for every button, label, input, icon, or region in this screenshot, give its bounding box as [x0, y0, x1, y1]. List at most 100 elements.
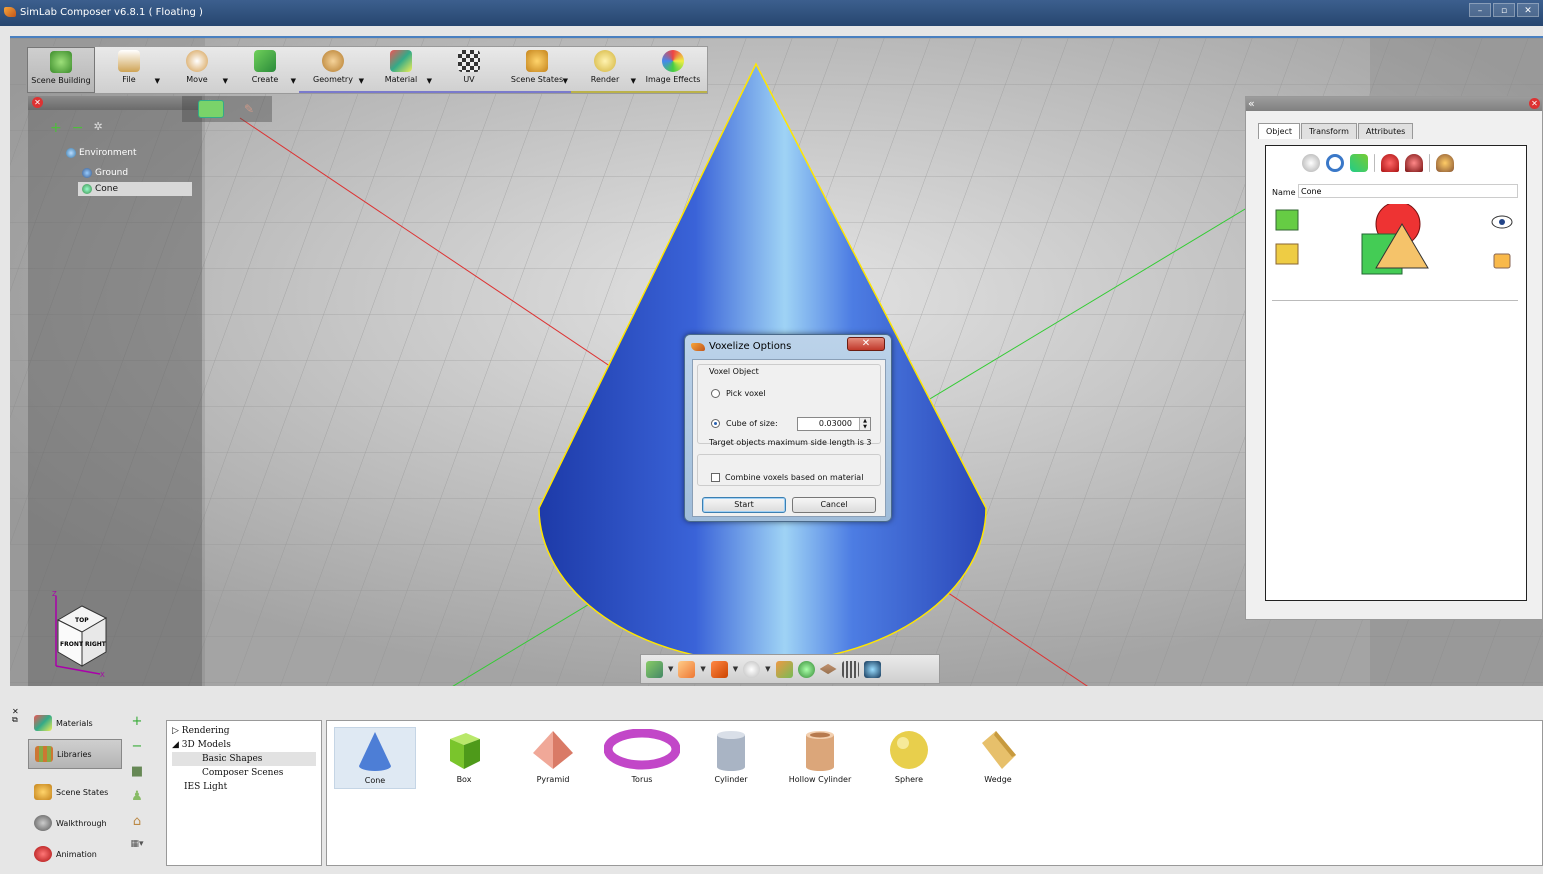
asset-torus[interactable]: Torus: [601, 727, 683, 789]
tree-row-composer-scenes[interactable]: Composer Scenes: [172, 766, 316, 780]
settings-icon[interactable]: ✲: [93, 120, 102, 136]
render-button[interactable]: Render ▼: [571, 47, 639, 93]
asset-box[interactable]: Box: [423, 727, 505, 789]
tree-node-environment[interactable]: Environment: [66, 148, 136, 158]
tab-animation[interactable]: Animation: [28, 839, 122, 869]
dialog-close-button[interactable]: ✕: [847, 337, 885, 351]
add-icon[interactable]: +: [130, 714, 144, 729]
maximize-button[interactable]: ▫: [1493, 3, 1515, 17]
pan-icon[interactable]: [743, 660, 761, 678]
move-icon[interactable]: [1302, 154, 1320, 172]
rotate-icon[interactable]: [1326, 154, 1344, 172]
add-node-icon[interactable]: +: [50, 120, 62, 136]
combine-checkbox[interactable]: [711, 473, 720, 482]
tab-transform[interactable]: Transform: [1301, 123, 1357, 139]
move-button[interactable]: Move ▼: [163, 47, 231, 93]
remove-node-icon[interactable]: −: [72, 120, 84, 136]
create-icon: [254, 50, 276, 72]
hat-icon[interactable]: ⌂: [130, 814, 144, 829]
sphere-icon: [890, 731, 928, 769]
create-button[interactable]: Create ▼: [231, 47, 299, 93]
float-icon[interactable]: ⧉: [12, 715, 18, 724]
tab-attributes[interactable]: Attributes: [1357, 123, 1414, 139]
object-preview: [1275, 204, 1513, 275]
tree-row-basic-shapes[interactable]: Basic Shapes: [172, 752, 316, 766]
stepper-arrows-icon[interactable]: ▲ ▼: [859, 418, 870, 430]
display-mode-icon[interactable]: [646, 660, 663, 678]
tree-row-3d-models[interactable]: ◢ 3D Models: [172, 738, 316, 752]
tab-scene-states[interactable]: Scene States: [28, 777, 122, 807]
asset-sphere[interactable]: Sphere: [868, 727, 950, 789]
zoom-extents-icon[interactable]: [775, 660, 793, 678]
asset-cone[interactable]: Cone: [334, 727, 416, 789]
chevron-down-icon[interactable]: ▼: [700, 665, 705, 673]
view-options-icon[interactable]: ▦▾: [130, 839, 144, 849]
file-button[interactable]: File ▼: [95, 47, 163, 93]
tree-node-cone[interactable]: Cone: [78, 182, 192, 196]
tree-node-ground[interactable]: Ground: [82, 168, 128, 178]
shading-icon[interactable]: [678, 660, 696, 678]
viewport-mini-tools: ✎: [182, 96, 272, 122]
chevron-down-icon[interactable]: ▼: [668, 665, 673, 673]
chevron-down-icon[interactable]: ▼: [733, 665, 738, 673]
magnet-icon[interactable]: [1381, 154, 1399, 172]
close-icon[interactable]: ✕: [1529, 98, 1540, 109]
material-label: Material: [384, 75, 418, 84]
import-icon[interactable]: ■: [130, 764, 144, 779]
render-icon: [594, 50, 616, 72]
tree-row-rendering[interactable]: ▷ Rendering: [172, 724, 316, 738]
lock-icon[interactable]: [1493, 253, 1511, 269]
floor-icon[interactable]: [819, 663, 837, 675]
chevron-down-icon: ▼: [222, 77, 228, 85]
uv-button[interactable]: UV: [435, 47, 503, 93]
name-label: Name: [1272, 188, 1296, 197]
minimize-button[interactable]: –: [1469, 3, 1491, 17]
pick-voxel-radio[interactable]: [711, 389, 720, 398]
cube-size-stepper[interactable]: 0.03000 ▲ ▼: [797, 417, 871, 431]
asset-wedge[interactable]: Wedge: [957, 727, 1039, 789]
tree-row-ies-light[interactable]: IES Light: [172, 780, 316, 794]
close-icon[interactable]: ✕: [32, 97, 43, 108]
combine-option[interactable]: Combine voxels based on material: [711, 473, 863, 482]
cancel-button[interactable]: Cancel: [792, 497, 876, 513]
camera-icon[interactable]: [198, 100, 224, 118]
group-icon[interactable]: [1275, 209, 1299, 231]
scene-building-button[interactable]: Scene Building: [27, 47, 95, 93]
snap-icon[interactable]: [1405, 154, 1423, 172]
create-label: Create: [251, 75, 279, 84]
dialog-body: Voxel Object Pick voxel Cube of size: 0.…: [692, 359, 886, 517]
cube-size-option[interactable]: Cube of size:: [711, 419, 778, 428]
cube-size-radio[interactable]: [711, 419, 720, 428]
scene-states-button[interactable]: Scene States ▼: [503, 47, 571, 93]
zoom-icon[interactable]: [797, 660, 815, 678]
grid-icon[interactable]: [841, 660, 859, 678]
tab-object[interactable]: Object: [1258, 123, 1301, 139]
pick-voxel-option[interactable]: Pick voxel: [711, 389, 765, 398]
cube-right-label: RIGHT: [85, 641, 107, 648]
chevron-down-icon[interactable]: ▼: [765, 665, 770, 673]
close-window-button[interactable]: ✕: [1517, 3, 1539, 17]
ungroup-icon[interactable]: [1275, 243, 1299, 265]
start-button[interactable]: Start: [702, 497, 786, 513]
pencil-icon[interactable]: ✎: [244, 102, 254, 116]
asset-cylinder[interactable]: Cylinder: [690, 727, 772, 789]
view-cube[interactable]: Z X TOP FRONT RIGHT: [38, 586, 118, 678]
asset-hollow-cylinder[interactable]: Hollow Cylinder: [779, 727, 861, 789]
person-icon[interactable]: ♟: [130, 789, 144, 804]
asset-pyramid[interactable]: Pyramid: [512, 727, 594, 789]
material-button[interactable]: Material ▼: [367, 47, 435, 93]
geometry-button[interactable]: Geometry ▼: [299, 47, 367, 93]
collapse-panel-icon[interactable]: «: [1248, 97, 1255, 110]
screenshot-icon[interactable]: [863, 660, 881, 678]
name-field[interactable]: [1298, 184, 1518, 198]
pivot-icon[interactable]: [1436, 154, 1454, 172]
tab-walkthrough[interactable]: Walkthrough: [28, 808, 122, 838]
scale-icon[interactable]: [1350, 154, 1368, 172]
tab-libraries[interactable]: Libraries: [28, 739, 122, 769]
image-effects-button[interactable]: Image Effects: [639, 47, 707, 93]
material-view-icon[interactable]: [710, 660, 728, 678]
tree-row-label: 3D Models: [181, 740, 231, 750]
tab-materials[interactable]: Materials: [28, 708, 122, 738]
remove-icon[interactable]: −: [130, 739, 144, 754]
combine-label: Combine voxels based on material: [725, 473, 864, 482]
